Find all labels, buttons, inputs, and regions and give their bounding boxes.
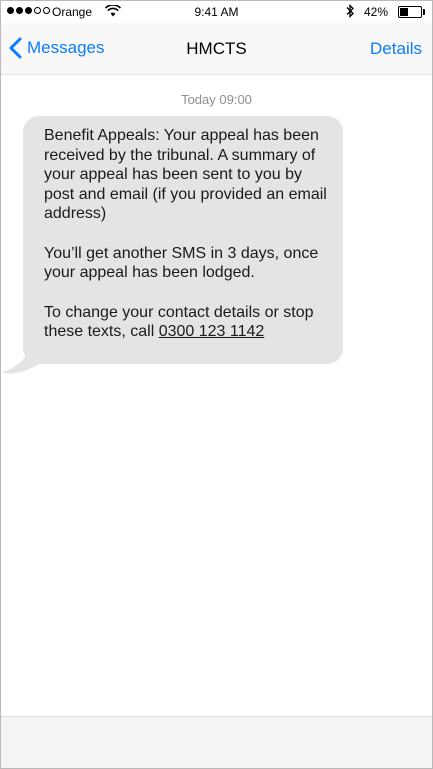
status-bar: Orange 9:41 AM 42% bbox=[1, 1, 432, 23]
conversation-title: HMCTS bbox=[186, 39, 247, 58]
phone-screen: Orange 9:41 AM 42% Messages HMCTS Detail… bbox=[0, 0, 433, 769]
phone-number-link[interactable]: 0300 123 1142 bbox=[159, 323, 265, 340]
battery-icon bbox=[398, 6, 422, 18]
battery-nub bbox=[423, 9, 425, 15]
battery-fill bbox=[400, 8, 408, 16]
message-paragraph: To change your contact details or stop t… bbox=[44, 303, 329, 342]
message-bubble-container: Benefit Appeals: Your appeal has been re… bbox=[23, 116, 343, 364]
bubble-tail bbox=[2, 346, 39, 374]
navigation-bar: Messages HMCTS Details bbox=[1, 23, 432, 75]
message-paragraph: You’ll get another SMS in 3 days, once y… bbox=[44, 244, 319, 282]
message-input-bar bbox=[1, 716, 432, 768]
received-message-bubble[interactable]: Benefit Appeals: Your appeal has been re… bbox=[23, 116, 343, 364]
message-paragraph: Benefit Appeals: Your appeal has been re… bbox=[44, 127, 327, 222]
bluetooth-icon bbox=[345, 3, 355, 21]
details-button[interactable]: Details bbox=[370, 39, 422, 59]
battery-percent: 42% bbox=[364, 5, 389, 19]
message-timestamp: Today 09:00 bbox=[181, 92, 252, 107]
